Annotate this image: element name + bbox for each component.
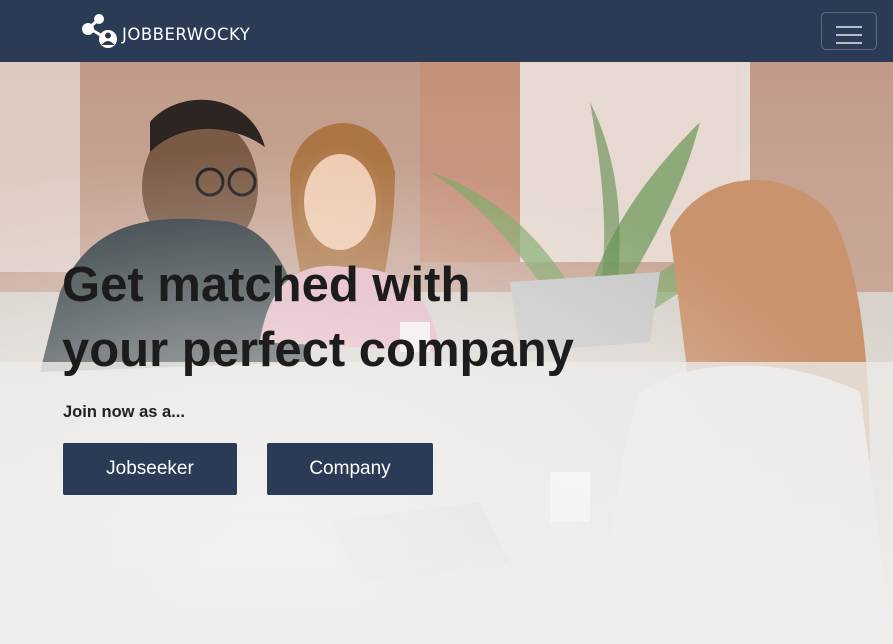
headline-line-1: Get matched with (62, 258, 471, 312)
menu-toggle-button[interactable] (821, 12, 877, 50)
headline-line-2: your perfect company (62, 323, 574, 377)
navbar: JOBBERWOCKY (0, 0, 893, 62)
jobseeker-button[interactable]: Jobseeker (63, 443, 237, 495)
hero-headline: Get matched with your perfect company (62, 253, 662, 383)
network-person-icon (82, 14, 117, 48)
brand-name: JOBBERWOCKY (122, 24, 251, 44)
brand-link[interactable]: JOBBERWOCKY (82, 13, 250, 49)
hero-section: Get matched with your perfect company Jo… (0, 62, 893, 644)
join-prompt: Join now as a... (63, 403, 185, 421)
company-button[interactable]: Company (267, 443, 433, 495)
hamburger-menu-icon (836, 25, 862, 44)
